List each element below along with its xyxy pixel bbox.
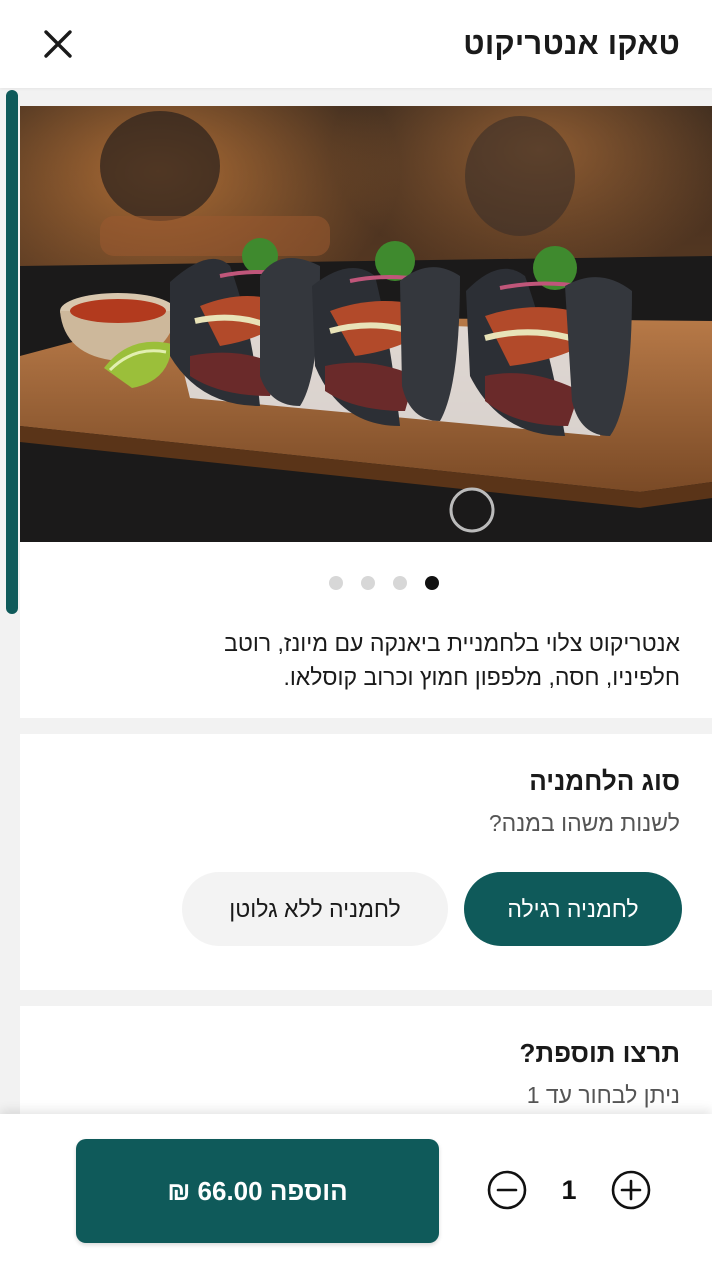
option-regular-bun[interactable]: לחמניה רגילה <box>464 872 682 946</box>
scroll-content[interactable]: אנטריקוט צלוי בלחמניית ביאנקה עם מיונז, … <box>0 88 712 1114</box>
bread-options: לחמניה רגילה לחמניה ללא גלוטן <box>182 872 682 946</box>
bread-type-section: סוג הלחמניה לשנות משהו במנה? לחמניה רגיל… <box>20 734 712 990</box>
section-title: תרצו תוספת? <box>519 1038 680 1068</box>
section-subtitle: לשנות משהו במנה? <box>488 810 680 836</box>
quantity-stepper: 1 <box>486 1168 652 1212</box>
close-button[interactable] <box>36 22 80 66</box>
dish-card: אנטריקוט צלוי בלחמניית ביאנקה עם מיונז, … <box>20 106 712 718</box>
section-title: סוג הלחמניה <box>529 766 680 796</box>
gallery-dots <box>20 576 712 590</box>
tacos-illustration <box>20 106 712 542</box>
gallery-dot-active[interactable] <box>425 576 439 590</box>
option-gluten-free-bun[interactable]: לחמניה ללא גלוטן <box>182 872 448 946</box>
plus-circle-icon <box>611 1170 651 1210</box>
top-bar: טאקו אנטריקוט <box>0 0 712 88</box>
description-line: אנטריקוט צלוי בלחמניית ביאנקה עם מיונז, … <box>224 630 680 656</box>
extras-section: תרצו תוספת? ניתן לבחור עד 1 <box>20 1006 712 1114</box>
bottom-bar: הוספה 66.00 ₪ 1 <box>0 1114 712 1266</box>
page-title: טאקו אנטריקוט <box>463 26 680 61</box>
minus-circle-icon <box>487 1170 527 1210</box>
scrollbar-thumb[interactable] <box>6 90 18 614</box>
gallery-dot[interactable] <box>361 576 375 590</box>
section-subtitle: ניתן לבחור עד 1 <box>526 1082 680 1108</box>
dish-description: אנטריקוט צלוי בלחמניית ביאנקה עם מיונז, … <box>120 626 680 694</box>
dish-photo[interactable] <box>20 106 712 542</box>
gallery-dot[interactable] <box>329 576 343 590</box>
add-to-cart-button[interactable]: הוספה 66.00 ₪ <box>76 1139 439 1243</box>
gallery-dot[interactable] <box>393 576 407 590</box>
close-icon <box>44 30 72 58</box>
increase-button[interactable] <box>610 1169 652 1211</box>
quantity-value: 1 <box>561 1174 577 1205</box>
decrease-button[interactable] <box>486 1169 528 1211</box>
description-line: חלפיניו, חסה, מלפפון חמוץ וכרוב קוסלאו. <box>283 664 680 690</box>
